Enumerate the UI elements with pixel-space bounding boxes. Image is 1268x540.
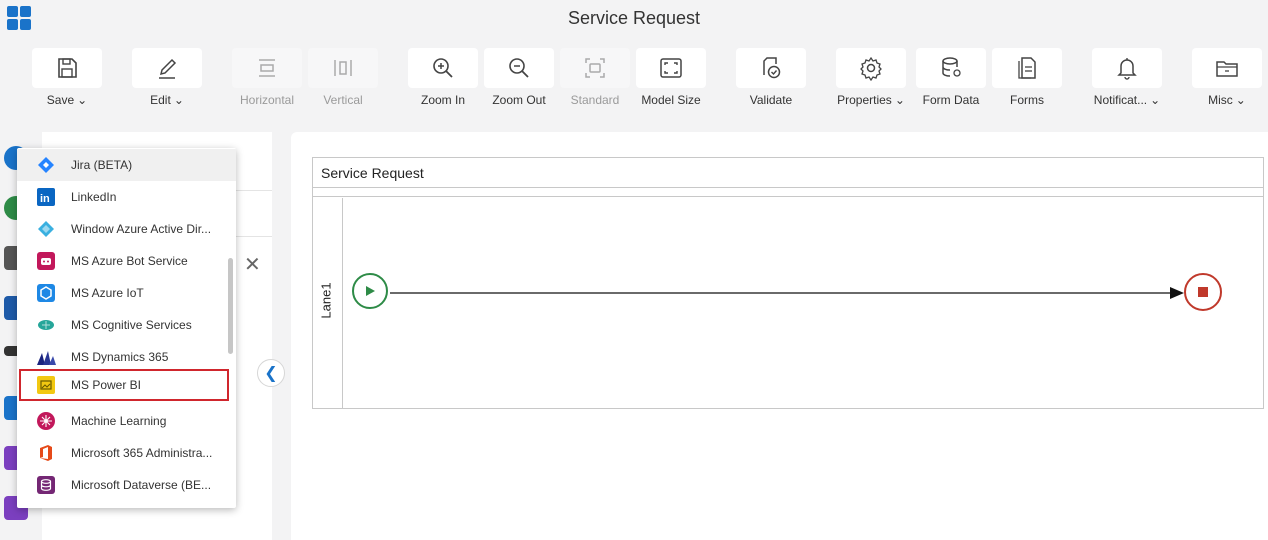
notifications-label: Notificat... xyxy=(1093,93,1148,107)
properties-button[interactable]: Properties ⌄ xyxy=(836,48,906,107)
vertical-icon xyxy=(334,60,352,76)
standard-button[interactable]: Standard xyxy=(560,48,630,107)
menu-item-azure-ad[interactable]: Window Azure Active Dir... xyxy=(17,213,236,245)
chevron-down-icon: ⌄ xyxy=(77,93,88,107)
menu-item-dataverse[interactable]: Microsoft Dataverse (BE... xyxy=(17,469,236,501)
chevron-left-icon: ❮ xyxy=(264,365,278,382)
collapse-panel-button[interactable]: ❮ xyxy=(257,359,285,387)
menu-item-linkedin[interactable]: in LinkedIn xyxy=(17,181,236,213)
zoom-out-button[interactable]: Zoom Out xyxy=(484,48,554,107)
azure-ad-icon xyxy=(36,219,56,239)
menu-item-label: LinkedIn xyxy=(71,190,117,204)
end-event[interactable] xyxy=(1184,273,1222,311)
menu-item-label: Machine Learning xyxy=(71,414,167,428)
play-icon xyxy=(366,286,375,296)
chevron-down-icon: ⌄ xyxy=(1150,93,1161,107)
menu-item-label: MS Power BI xyxy=(71,378,142,392)
arrowhead xyxy=(1170,287,1184,299)
forms-icon xyxy=(1018,57,1036,79)
office-icon xyxy=(36,443,56,463)
standard-icon xyxy=(585,58,605,78)
chevron-down-icon: ⌄ xyxy=(894,93,905,107)
edit-icon xyxy=(159,58,177,79)
close-icon[interactable]: ✕ xyxy=(244,252,261,277)
properties-label: Properties xyxy=(837,93,892,107)
iot-icon xyxy=(36,283,56,303)
menu-item-label: Window Azure Active Dir... xyxy=(71,222,212,236)
model-size-label: Model Size xyxy=(641,93,701,107)
vertical-button[interactable]: Vertical xyxy=(308,48,378,107)
ml-icon xyxy=(36,411,56,431)
dropdown-scrollbar[interactable] xyxy=(228,258,233,354)
menu-item-label: MS Dynamics 365 xyxy=(71,350,169,364)
menu-item-label: MS Azure IoT xyxy=(71,286,144,300)
linkedin-icon: in xyxy=(36,187,56,207)
save-label: Save xyxy=(46,93,75,107)
gear-icon xyxy=(860,56,882,81)
bot-icon xyxy=(36,251,56,271)
database-icon xyxy=(942,57,961,77)
title-bar: Service Request xyxy=(0,0,1268,38)
chevron-down-icon: ⌄ xyxy=(173,93,184,107)
brain-icon xyxy=(36,315,56,335)
lane-label: Lane1 xyxy=(318,282,334,319)
validate-button[interactable]: Validate xyxy=(736,48,806,107)
misc-label: Misc xyxy=(1208,93,1233,107)
vertical-label: Vertical xyxy=(323,93,363,107)
form-data-button[interactable]: Form Data xyxy=(916,48,986,107)
menu-item-label: Jira (BETA) xyxy=(71,158,133,172)
lane-header[interactable]: Lane1 xyxy=(313,198,343,408)
menu-item-azure-iot[interactable]: MS Azure IoT xyxy=(17,277,236,309)
menu-item-label: MS Azure Bot Service xyxy=(71,254,188,268)
zoom-out-icon xyxy=(509,58,529,78)
menu-item-m365-admin[interactable]: Microsoft 365 Administra... xyxy=(17,437,236,469)
edit-label: Edit xyxy=(150,93,171,107)
menu-item-label: MS Cognitive Services xyxy=(71,318,192,332)
connector-dropdown: Jira (BETA) in LinkedIn Window Azure Act… xyxy=(17,148,236,508)
menu-item-cognitive[interactable]: MS Cognitive Services xyxy=(17,309,236,341)
menu-item-azure-bot[interactable]: MS Azure Bot Service xyxy=(17,245,236,277)
validate-icon xyxy=(763,57,781,79)
divider xyxy=(313,196,1263,197)
folder-icon xyxy=(1216,61,1238,77)
start-event[interactable] xyxy=(352,273,388,309)
save-button[interactable]: Save ⌄ xyxy=(32,48,102,107)
save-icon xyxy=(58,58,77,78)
horizontal-button[interactable]: Horizontal xyxy=(232,48,302,107)
bell-icon xyxy=(1117,58,1137,80)
menu-item-label: Microsoft 365 Administra... xyxy=(71,446,213,460)
page-title: Service Request xyxy=(567,8,701,28)
sequence-flow[interactable] xyxy=(390,292,1182,294)
misc-button[interactable]: Misc ⌄ xyxy=(1192,48,1262,107)
form-data-label: Form Data xyxy=(922,93,980,107)
validate-label: Validate xyxy=(749,93,793,107)
menu-item-jira[interactable]: Jira (BETA) xyxy=(17,149,236,181)
chevron-down-icon: ⌄ xyxy=(1235,93,1246,107)
stop-icon xyxy=(1198,287,1208,297)
model-size-button[interactable]: Model Size xyxy=(636,48,706,107)
pool-title: Service Request xyxy=(313,158,1263,188)
dataverse-icon xyxy=(36,475,56,495)
forms-label: Forms xyxy=(1010,93,1044,107)
menu-item-power-bi[interactable]: MS Power BI xyxy=(19,369,229,401)
zoom-in-label: Zoom In xyxy=(420,93,465,107)
powerbi-icon xyxy=(36,375,56,395)
toolbar: Save ⌄ Edit ⌄ Horizontal Vertical Zoom In … xyxy=(0,38,1268,118)
zoom-out-label: Zoom Out xyxy=(492,93,546,107)
zoom-in-icon xyxy=(433,58,453,78)
notifications-button[interactable]: Notificat... ⌄ xyxy=(1092,48,1162,107)
svg-text:in: in xyxy=(40,193,50,205)
zoom-in-button[interactable]: Zoom In xyxy=(408,48,478,107)
menu-item-label: Microsoft Dataverse (BE... xyxy=(71,478,212,492)
horizontal-label: Horizontal xyxy=(239,93,295,107)
horizontal-icon xyxy=(259,59,275,77)
dynamics-icon xyxy=(36,347,56,367)
standard-label: Standard xyxy=(570,93,620,107)
model-size-icon xyxy=(660,58,682,78)
menu-item-machine-learning[interactable]: Machine Learning xyxy=(17,405,236,437)
jira-icon xyxy=(36,155,56,175)
edit-button[interactable]: Edit ⌄ xyxy=(132,48,202,107)
forms-button[interactable]: Forms xyxy=(992,48,1062,107)
pool[interactable]: Service Request Lane1 xyxy=(312,157,1264,409)
